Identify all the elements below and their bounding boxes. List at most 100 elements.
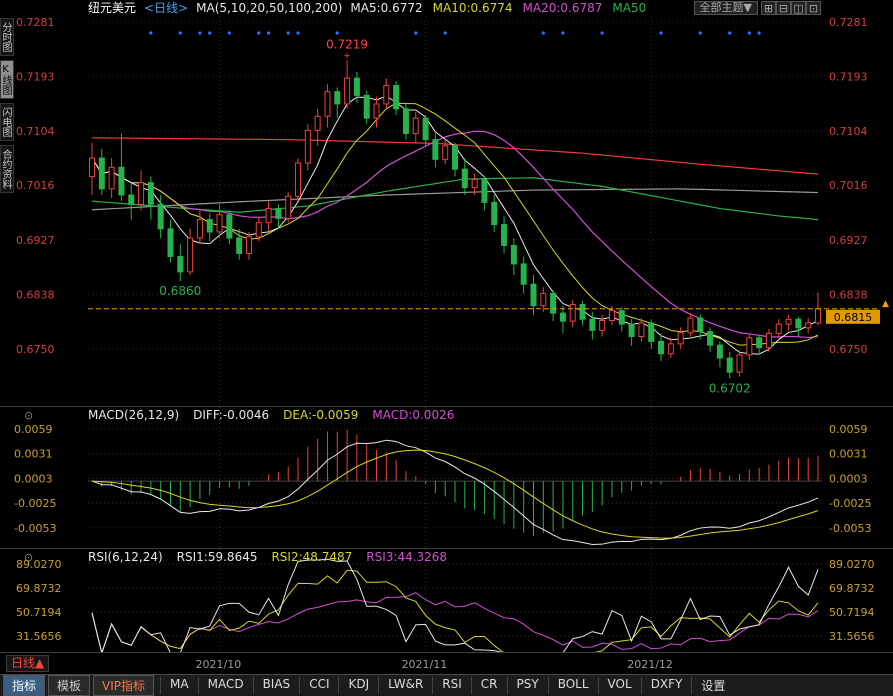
indicator-toolbar: 指标模板VIP指标 MAMACDBIASCCIKDJLW&RRSICRPSYBO… bbox=[0, 674, 893, 696]
toolbar-indicator-item[interactable]: BIAS bbox=[253, 677, 300, 694]
sidebar-tab-item[interactable]: 合约资料 bbox=[0, 145, 14, 193]
svg-text:-0.0053: -0.0053 bbox=[14, 522, 56, 535]
toolbar-items: MAMACDBIASCCIKDJLW&RRSICRPSYBOLLVOLDXFY设… bbox=[160, 677, 734, 694]
theme-dropdown[interactable]: 全部主题▼ bbox=[694, 1, 758, 15]
layout-button-1-icon[interactable]: ⊞ bbox=[761, 1, 776, 15]
svg-text:0.7016: 0.7016 bbox=[16, 179, 55, 192]
svg-text:0.6815: 0.6815 bbox=[834, 311, 873, 324]
toolbar-tabs: 指标模板VIP指标 bbox=[0, 675, 154, 696]
svg-text:0.0031: 0.0031 bbox=[14, 448, 53, 461]
svg-text:0.7193: 0.7193 bbox=[16, 70, 55, 83]
symbol-name: 纽元美元 bbox=[88, 0, 136, 16]
toolbar-indicator-item[interactable]: LW&R bbox=[378, 677, 432, 694]
macd-histogram bbox=[92, 430, 818, 536]
ma-value-label: MA20:0.6787 bbox=[523, 1, 603, 15]
layout-button-2-icon[interactable]: ⊟ bbox=[776, 1, 791, 15]
macd-dea-value: DEA:-0.0059 bbox=[283, 408, 358, 422]
rsi3-value: RSI3:44.3268 bbox=[366, 550, 447, 564]
svg-text:0.0059: 0.0059 bbox=[14, 423, 53, 436]
svg-text:0.0003: 0.0003 bbox=[14, 472, 53, 485]
svg-text:-0.0053: -0.0053 bbox=[829, 522, 871, 535]
toolbar-tab[interactable]: VIP指标 bbox=[93, 675, 154, 696]
macd-macd-value: MACD:0.0026 bbox=[372, 408, 454, 422]
month-label: 2021/10 bbox=[196, 658, 242, 671]
svg-text:0.6838: 0.6838 bbox=[829, 289, 868, 302]
svg-text:0.7104: 0.7104 bbox=[16, 125, 55, 138]
period-tab-label: 日线 bbox=[11, 656, 35, 670]
toolbar-indicator-item[interactable]: BOLL bbox=[548, 677, 598, 694]
rsi1-value: RSI1:59.8645 bbox=[177, 550, 258, 564]
ma-value-label: MA10:0.6774 bbox=[433, 1, 513, 15]
month-label: 2021/11 bbox=[402, 658, 448, 671]
ma-settings-label: MA(5,10,20,50,100,200) bbox=[196, 0, 342, 16]
toolbar-indicator-item[interactable]: VOL bbox=[598, 677, 641, 694]
svg-text:0.6927: 0.6927 bbox=[16, 234, 55, 247]
sidebar-tab-active[interactable]: K线图 bbox=[0, 60, 14, 99]
chart-header: 纽元美元 <日线> MA(5,10,20,50,100,200) MA5:0.6… bbox=[0, 0, 893, 16]
macd-collapse-icon[interactable]: ⊙ bbox=[24, 409, 33, 422]
macd-axis: 0.00590.00590.00310.00310.00030.0003-0.0… bbox=[14, 423, 871, 535]
ma-value-label: MA5:0.6772 bbox=[350, 1, 422, 15]
ma-values: MA5:0.6772 MA10:0.6774 MA20:0.6787 MA50 bbox=[350, 0, 656, 16]
toolbar-indicator-item[interactable]: DXFY bbox=[641, 677, 692, 694]
sidebar-tab-item[interactable]: 分时图 bbox=[0, 18, 14, 56]
toolbar-indicator-item[interactable]: CR bbox=[471, 677, 507, 694]
svg-text:-0.0025: -0.0025 bbox=[14, 497, 56, 510]
toolbar-indicator-item[interactable]: 设置 bbox=[691, 677, 734, 694]
svg-text:0.7281: 0.7281 bbox=[829, 16, 868, 29]
svg-text:0.7016: 0.7016 bbox=[829, 179, 868, 192]
rsi-collapse-icon[interactable]: ⊙ bbox=[24, 551, 33, 564]
main-gridlines bbox=[88, 16, 822, 406]
rsi-gridlines bbox=[88, 549, 822, 652]
toolbar-indicator-item[interactable]: CCI bbox=[299, 677, 338, 694]
layout-button-3-icon[interactable]: ◫ bbox=[791, 1, 806, 15]
macd-chart[interactable]: 0.00590.00590.00310.00310.00030.0003-0.0… bbox=[0, 406, 893, 548]
svg-text:31.5656: 31.5656 bbox=[16, 630, 62, 643]
svg-text:0.0031: 0.0031 bbox=[829, 448, 868, 461]
svg-text:69.8732: 69.8732 bbox=[829, 582, 875, 595]
toolbar-tab[interactable]: 模板 bbox=[48, 675, 90, 696]
ma-value-label: MA50 bbox=[612, 1, 646, 15]
svg-text:50.7194: 50.7194 bbox=[16, 606, 62, 619]
rsi-title: RSI(6,12,24) bbox=[88, 550, 163, 564]
candles-layer bbox=[90, 60, 821, 378]
toolbar-indicator-item[interactable]: KDJ bbox=[338, 677, 378, 694]
rsi-lines bbox=[92, 559, 818, 652]
svg-text:0.7281: 0.7281 bbox=[16, 16, 55, 29]
svg-text:0.7193: 0.7193 bbox=[829, 70, 868, 83]
svg-text:0.0059: 0.0059 bbox=[829, 423, 868, 436]
layout-buttons: ⊞⊟◫⊡ bbox=[761, 0, 821, 16]
up-triangle-icon: ▲ bbox=[35, 656, 44, 670]
toolbar-indicator-item[interactable]: MACD bbox=[198, 677, 253, 694]
header-left: 纽元美元 <日线> MA(5,10,20,50,100,200) MA5:0.6… bbox=[88, 0, 656, 16]
svg-text:0.7219: 0.7219 bbox=[326, 37, 368, 51]
candlestick-chart[interactable]: 0.72810.72810.71930.71930.71040.71040.70… bbox=[0, 16, 893, 406]
month-label: 2021/12 bbox=[627, 658, 673, 671]
chart-type-sidebar: 分时图 K线图闪电图合约资料 bbox=[0, 18, 14, 193]
toolbar-tab[interactable]: 指标 bbox=[3, 675, 45, 696]
svg-text:0.6860: 0.6860 bbox=[159, 284, 201, 298]
macd-diff-value: DIFF:-0.0046 bbox=[193, 408, 269, 422]
toolbar-indicator-item[interactable]: PSY bbox=[507, 677, 548, 694]
svg-text:31.5656: 31.5656 bbox=[829, 630, 875, 643]
svg-text:0.6838: 0.6838 bbox=[16, 289, 55, 302]
svg-text:89.0270: 89.0270 bbox=[16, 558, 62, 571]
toolbar-indicator-item[interactable]: MA bbox=[160, 677, 198, 694]
toolbar-indicator-item[interactable]: RSI bbox=[432, 677, 471, 694]
sidebar-tab-item[interactable]: 闪电图 bbox=[0, 103, 14, 141]
event-dots bbox=[149, 31, 760, 34]
svg-text:0.6750: 0.6750 bbox=[829, 343, 868, 356]
current-price-tag: 0.6815 bbox=[826, 310, 880, 324]
svg-text:0.6750: 0.6750 bbox=[16, 343, 55, 356]
price-arrow-icon: ▲ bbox=[882, 299, 889, 309]
period-tag: <日线> bbox=[144, 0, 188, 16]
header-right: 全部主题▼ ⊞⊟◫⊡ bbox=[694, 0, 821, 16]
svg-text:0.6927: 0.6927 bbox=[829, 234, 868, 247]
svg-text:0.6702: 0.6702 bbox=[709, 381, 751, 395]
svg-text:+: + bbox=[343, 51, 351, 61]
trading-app: 纽元美元 <日线> MA(5,10,20,50,100,200) MA5:0.6… bbox=[0, 0, 893, 696]
macd-title: MACD(26,12,9) bbox=[88, 408, 179, 422]
rsi2-value: RSI2:48.7487 bbox=[271, 550, 352, 564]
layout-button-4-icon[interactable]: ⊡ bbox=[806, 1, 821, 15]
period-tab[interactable]: 日线▲ bbox=[6, 655, 49, 672]
